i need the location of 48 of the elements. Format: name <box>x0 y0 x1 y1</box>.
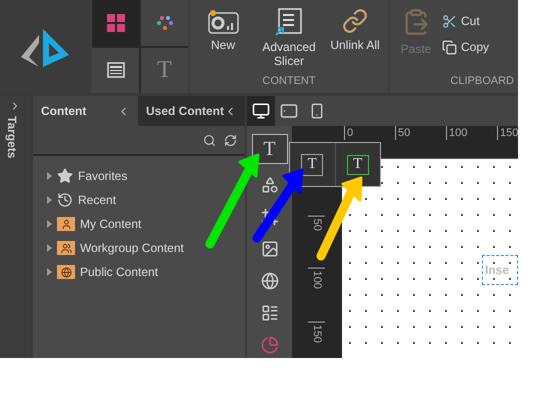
ribbon-button[interactable]: Advanced Slicer <box>259 8 319 68</box>
expand-arrow-icon[interactable] <box>47 244 52 252</box>
ribbon-button[interactable]: Unlink All <box>325 8 385 52</box>
slicer-icon <box>275 8 303 36</box>
tree-item[interactable]: Workgroup Content <box>80 239 184 257</box>
ribbon-button[interactable]: New <box>193 8 253 52</box>
tree-item[interactable]: Favorites <box>78 167 128 185</box>
dots-icon <box>156 16 172 30</box>
expand-arrow-icon[interactable] <box>47 220 52 228</box>
panel-icon <box>106 62 124 78</box>
expand-arrow-icon[interactable] <box>47 196 52 204</box>
scissors-icon <box>442 14 457 28</box>
view-mode-button[interactable] <box>247 96 275 126</box>
grid-icon <box>106 14 124 32</box>
search-icon[interactable] <box>203 134 216 146</box>
group-label: CONTENT <box>261 74 317 88</box>
tree-item[interactable]: Public Content <box>80 263 158 281</box>
globe-icon[interactable] <box>260 272 278 290</box>
group-folder-icon <box>57 241 75 255</box>
copy-icon <box>442 40 457 54</box>
ribbon-tile[interactable] <box>92 48 139 93</box>
group-label: CLIPBOARD <box>449 74 515 88</box>
link-icon <box>342 8 368 34</box>
expand-arrow-icon[interactable] <box>47 268 52 276</box>
clipboard-button[interactable]: Copy <box>442 38 490 56</box>
tree-item[interactable]: My Content <box>80 215 142 233</box>
monitor-icon <box>252 102 270 120</box>
tablet-icon <box>280 102 298 120</box>
star-icon <box>57 168 73 184</box>
user-folder-icon <box>57 217 75 231</box>
text-tool-button[interactable]: T <box>252 134 288 164</box>
panel-tab[interactable]: Content <box>33 96 138 126</box>
shapes-icon[interactable] <box>260 176 278 194</box>
tree-item[interactable]: Recent <box>78 191 116 209</box>
expand-arrow-icon[interactable] <box>47 172 52 180</box>
image-icon[interactable] <box>260 240 278 258</box>
history-icon <box>57 192 73 208</box>
panel-tab[interactable]: Used Content <box>138 96 245 126</box>
globe-folder-icon <box>57 265 75 279</box>
text-tile-label: T <box>157 56 172 86</box>
ribbon-tile[interactable] <box>92 0 139 46</box>
refresh-icon[interactable] <box>224 134 237 146</box>
dashboard-icon <box>207 8 239 34</box>
frame-icon[interactable] <box>260 208 278 226</box>
list-icon[interactable] <box>260 304 278 322</box>
clipboard-button[interactable]: Cut <box>442 12 490 30</box>
ribbon-tile[interactable] <box>141 0 188 46</box>
phone-icon <box>309 103 325 119</box>
